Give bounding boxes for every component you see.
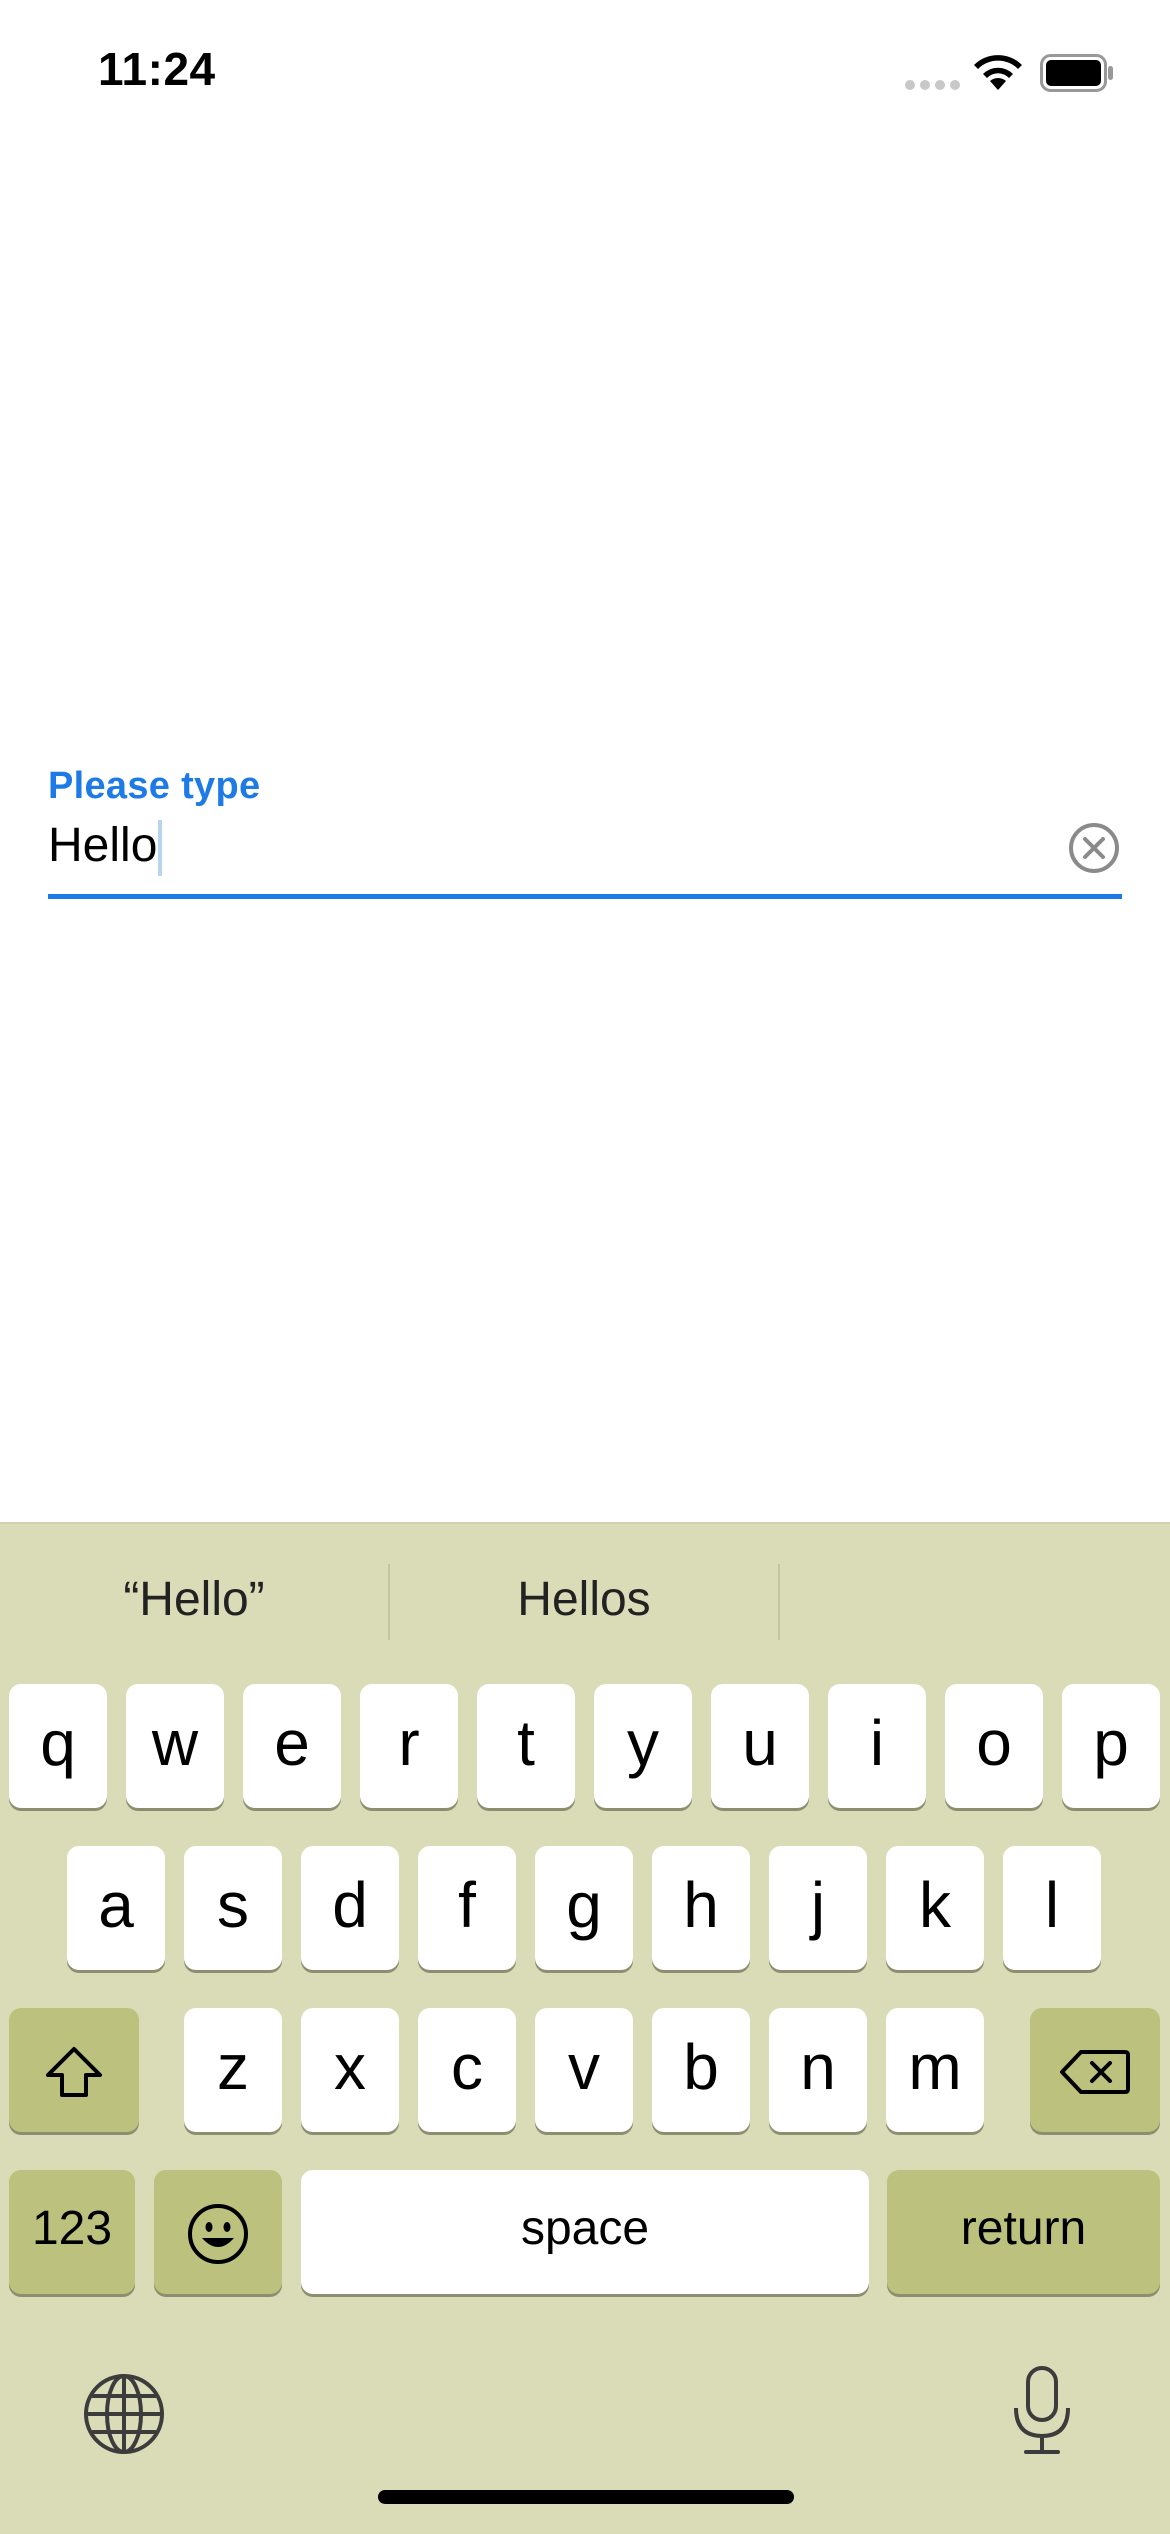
key-q[interactable]: q — [9, 1684, 107, 1808]
key-v[interactable]: v — [535, 2008, 633, 2132]
key-o[interactable]: o — [945, 1684, 1043, 1808]
text-cursor — [158, 820, 163, 877]
wifi-icon — [974, 55, 1022, 90]
return-key[interactable]: return — [887, 2170, 1160, 2294]
key-x[interactable]: x — [301, 2008, 399, 2132]
key-t[interactable]: t — [477, 1684, 575, 1808]
key-b[interactable]: b — [652, 2008, 750, 2132]
key-j[interactable]: j — [769, 1846, 867, 1970]
globe-icon[interactable] — [82, 2372, 166, 2456]
key-k[interactable]: k — [886, 1846, 984, 1970]
emoji-icon — [188, 2204, 248, 2265]
suggestion-divider — [778, 1564, 780, 1640]
shift-icon — [46, 2047, 102, 2098]
suggestion-2[interactable]: Hellos — [390, 1572, 778, 1627]
key-d[interactable]: d — [301, 1846, 399, 1970]
keyboard: “Hello” Hellos q w e r t y u i o p a s d… — [0, 1522, 1170, 2534]
input-value: Hello — [48, 819, 158, 872]
key-r[interactable]: r — [360, 1684, 458, 1808]
clear-text-icon[interactable] — [1066, 820, 1122, 876]
key-l[interactable]: l — [1003, 1846, 1101, 1970]
status-bar: 11:24 — [0, 0, 1170, 150]
key-i[interactable]: i — [828, 1684, 926, 1808]
text-input[interactable]: Hello — [48, 818, 163, 877]
space-key[interactable]: space — [301, 2170, 869, 2294]
status-time: 11:24 — [98, 43, 216, 95]
key-f[interactable]: f — [418, 1846, 516, 1970]
key-a[interactable]: a — [67, 1846, 165, 1970]
home-indicator[interactable] — [378, 2490, 794, 2504]
key-z[interactable]: z — [184, 2008, 282, 2132]
key-p[interactable]: p — [1062, 1684, 1160, 1808]
cellular-signal-icon — [905, 80, 961, 94]
field-underline — [48, 894, 1122, 899]
key-y[interactable]: y — [594, 1684, 692, 1808]
field-label: Please type — [48, 765, 261, 807]
key-u[interactable]: u — [711, 1684, 809, 1808]
key-g[interactable]: g — [535, 1846, 633, 1970]
battery-icon — [1040, 54, 1113, 92]
key-s[interactable]: s — [184, 1846, 282, 1970]
emoji-key[interactable] — [154, 2170, 282, 2294]
suggestion-bar: “Hello” Hellos — [0, 1524, 1170, 1674]
key-e[interactable]: e — [243, 1684, 341, 1808]
numbers-key[interactable]: 123 — [9, 2170, 135, 2294]
delete-key[interactable] — [1030, 2008, 1160, 2132]
key-h[interactable]: h — [652, 1846, 750, 1970]
key-m[interactable]: m — [886, 2008, 984, 2132]
suggestion-1[interactable]: “Hello” — [0, 1572, 388, 1627]
backspace-icon — [1060, 2050, 1130, 2095]
text-field[interactable]: Please type Hello — [48, 760, 1122, 900]
microphone-icon[interactable] — [1010, 2364, 1074, 2458]
key-w[interactable]: w — [126, 1684, 224, 1808]
key-c[interactable]: c — [418, 2008, 516, 2132]
key-n[interactable]: n — [769, 2008, 867, 2132]
shift-key[interactable] — [9, 2008, 139, 2132]
